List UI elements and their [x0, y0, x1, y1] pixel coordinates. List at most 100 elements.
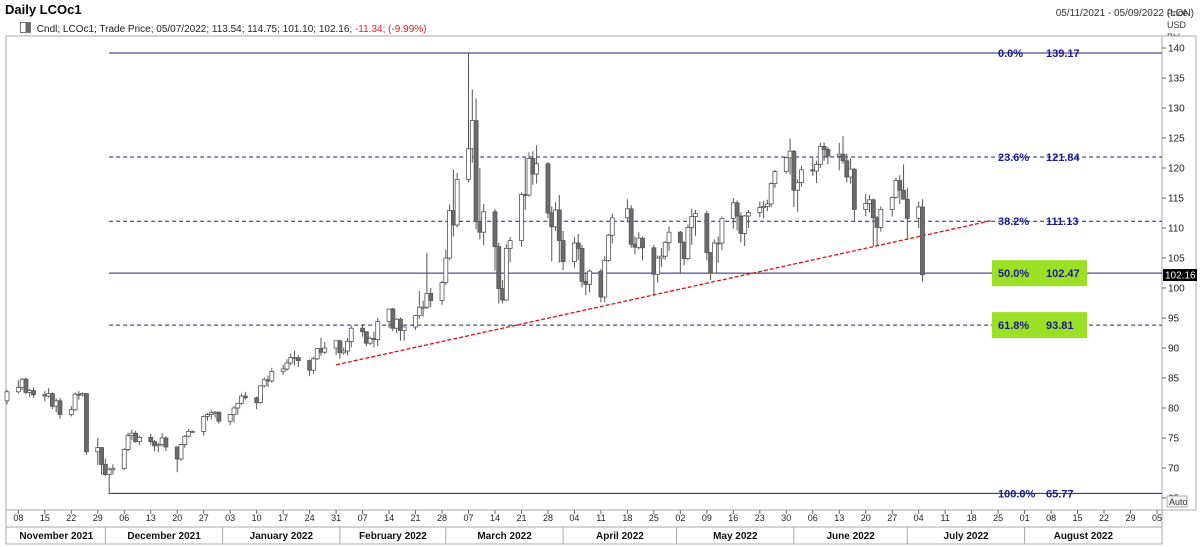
x-tick-label: 11: [940, 513, 949, 523]
y-tick-label: 80: [1168, 404, 1180, 415]
candle-body: [269, 370, 275, 382]
candle-body: [503, 247, 509, 301]
x-tick-label: 29: [93, 513, 103, 523]
candle-body: [258, 385, 263, 403]
fib-pct-label: 50.0%: [998, 268, 1029, 280]
month-label: May 2022: [713, 531, 758, 542]
x-tick-label: 07: [464, 513, 474, 523]
candle-body: [348, 327, 354, 342]
candle-body: [439, 282, 445, 302]
candle-body: [863, 202, 869, 210]
x-tick-label: 13: [146, 513, 156, 523]
candle-body: [311, 358, 316, 371]
candle-body: [897, 180, 903, 191]
candle-body: [473, 120, 479, 222]
x-tick-label: 20: [172, 513, 182, 523]
y-tick-label: 105: [1168, 254, 1185, 265]
candle-body: [662, 241, 668, 257]
x-tick-label: 28: [437, 513, 447, 523]
candle-body: [799, 169, 804, 183]
price-chart[interactable]: 0.0% 139.1723.6% 121.8438.2% 111.1350.0% 102…: [0, 0, 1200, 547]
x-tick-label: 29: [1126, 513, 1136, 523]
x-tick-label: 10: [252, 513, 262, 523]
candle-body: [534, 163, 540, 175]
candle-body: [719, 217, 725, 244]
candle-body: [178, 444, 184, 460]
month-label: June 2022: [827, 531, 876, 542]
candle-body: [904, 198, 910, 219]
candle-body: [84, 393, 89, 453]
x-tick-label: 31: [331, 513, 341, 523]
fib-value-label: 139.17: [1046, 48, 1080, 60]
fib-pct-label: 38.2%: [998, 216, 1029, 228]
candle-body: [496, 246, 502, 290]
y-tick-label: 90: [1168, 344, 1180, 355]
month-label: March 2022: [477, 531, 532, 542]
candle-body: [231, 407, 237, 415]
candle-body: [99, 447, 104, 465]
candle-body: [110, 468, 116, 471]
candle-body: [428, 292, 434, 301]
fib-value-label: 65.77: [1046, 488, 1074, 500]
candle-body: [757, 207, 763, 213]
x-tick-label: 27: [199, 513, 209, 523]
y-tick-label: 70: [1168, 464, 1180, 475]
x-tick-label: 21: [411, 513, 421, 523]
x-tick-label: 09: [702, 513, 712, 523]
x-tick-label: 17: [278, 513, 288, 523]
month-label: February 2022: [359, 531, 427, 542]
x-tick-label: 16: [728, 513, 738, 523]
candle-body: [851, 168, 857, 210]
candle-body: [454, 178, 460, 226]
y-tick-label: 130: [1168, 104, 1185, 115]
x-tick-label: 30: [781, 513, 791, 523]
candle-body: [685, 226, 691, 259]
x-tick-label: 02: [675, 513, 685, 523]
candle-body: [772, 171, 778, 185]
candle-body: [768, 183, 774, 205]
candle-body: [481, 211, 487, 233]
candle-body: [216, 411, 222, 422]
x-tick-label: 18: [622, 513, 632, 523]
candle-body: [57, 400, 63, 415]
candle-body: [15, 387, 21, 393]
x-tick-label: 03: [225, 513, 235, 523]
fib-value-label: 93.81: [1046, 320, 1074, 332]
candle-body: [121, 448, 127, 469]
candle-body: [560, 240, 566, 263]
y-tick-label: 140: [1168, 44, 1185, 55]
candle-body: [628, 208, 634, 245]
last-price-label: 102.16: [1165, 271, 1196, 282]
candle-body: [106, 469, 112, 475]
x-tick-label: 08: [13, 513, 23, 523]
candle-body: [746, 211, 751, 217]
fib-pct-label: 23.6%: [998, 152, 1029, 164]
last-price-group: 102.16: [1163, 269, 1197, 282]
x-tick-label: 24: [305, 513, 315, 523]
candle-body: [878, 208, 884, 228]
candle-body: [295, 357, 301, 362]
x-tick-label: 25: [649, 513, 659, 523]
x-tick-label: 21: [516, 513, 526, 523]
y-tick-label: 115: [1168, 194, 1184, 205]
candle-body: [125, 435, 131, 450]
candle-body: [742, 215, 748, 234]
x-tick-label: 20: [861, 513, 871, 523]
candle-body: [72, 393, 78, 411]
candle-body: [870, 199, 876, 219]
x-tick-label: 25: [993, 513, 1003, 523]
y-tick-label: 75: [1168, 434, 1180, 445]
candle-body: [163, 437, 169, 448]
candle-body: [640, 237, 645, 249]
x-tick-label: 08: [1046, 513, 1056, 523]
candle-body: [655, 257, 661, 275]
fib-value-label: 111.13: [1046, 216, 1078, 228]
candle-body: [182, 435, 188, 446]
month-label: August 2022: [1054, 531, 1114, 542]
candle-body: [137, 436, 142, 442]
candle-body: [689, 216, 695, 228]
candle-body: [401, 326, 407, 331]
y-tick-label: 110: [1168, 224, 1184, 235]
x-tick-label: 07: [358, 513, 368, 523]
candle-body: [507, 240, 513, 249]
